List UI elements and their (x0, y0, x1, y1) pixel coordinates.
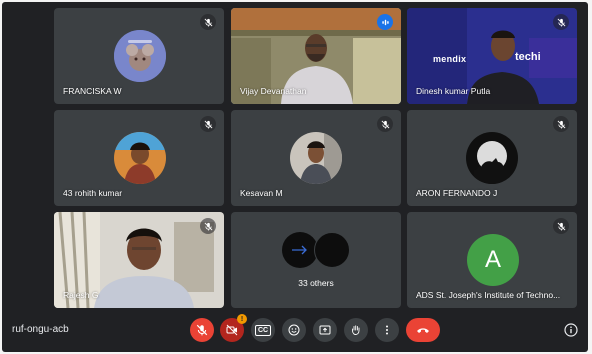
captions-button[interactable]: CC (251, 318, 275, 342)
meeting-details-button[interactable] (564, 323, 578, 337)
mic-off-icon (200, 14, 216, 30)
smile-icon (288, 324, 300, 336)
participant-name: 43 rohith kumar (63, 188, 123, 198)
camera-off-icon (226, 324, 238, 336)
avatar (314, 232, 350, 268)
raise-hand-button[interactable] (344, 318, 368, 342)
mic-off-icon (553, 218, 569, 234)
participant-name: Rajesh G (63, 290, 99, 300)
mic-off-icon (200, 218, 216, 234)
info-icon (564, 323, 578, 337)
leave-call-button[interactable] (406, 318, 440, 342)
avatar: A (467, 234, 519, 286)
more-vert-icon (386, 325, 388, 335)
backdrop-brand-text: mendix (433, 54, 467, 64)
backdrop-brand-text: techi (515, 51, 541, 63)
present-icon (319, 325, 331, 335)
more-options-button[interactable] (375, 318, 399, 342)
participant-tile[interactable]: Kesavan M (231, 110, 401, 206)
participant-name: Kesavan M (240, 188, 283, 198)
participant-name: ADS St. Joseph's Institute of Techno... (416, 290, 561, 300)
hand-icon (352, 325, 360, 335)
participant-tile[interactable]: ARON FERNANDO J (407, 110, 577, 206)
participant-tile[interactable]: Rajesh G (54, 212, 224, 308)
avatar (114, 30, 166, 82)
avatar-initial: A (484, 246, 501, 273)
camera-toggle-button[interactable]: ! (220, 314, 247, 342)
mic-off-icon (377, 116, 393, 132)
present-button[interactable] (313, 318, 337, 342)
others-count-label: 33 others (298, 278, 334, 288)
mic-off-icon (196, 324, 208, 336)
mic-toggle-button[interactable] (190, 318, 214, 342)
participant-tile[interactable]: mendix techi Dinesh kumar Putla (407, 8, 577, 104)
participant-tile[interactable]: 43 rohith kumar (54, 110, 224, 206)
avatar (290, 132, 342, 184)
participant-tile[interactable]: A ADS St. Joseph's Institute of Techno..… (407, 212, 577, 308)
mic-off-icon (553, 116, 569, 132)
mic-off-icon (200, 116, 216, 132)
participant-tile[interactable]: FRANCISKA W (54, 8, 224, 104)
avatar (466, 132, 518, 184)
reactions-button[interactable] (282, 318, 306, 342)
avatar (114, 132, 166, 184)
participant-name: FRANCISKA W (63, 86, 122, 96)
call-end-icon (417, 328, 429, 333)
warning-badge: ! (237, 314, 247, 324)
control-bar: ruf-ongu-acb ! CC (2, 310, 588, 352)
mic-off-icon (553, 14, 569, 30)
avatar (282, 232, 318, 268)
participant-tile-active-speaker[interactable]: Vijay Devanathan (231, 8, 401, 104)
meet-window: FRANCISKA W Vijay Devanathan mendix tech… (2, 2, 588, 352)
participant-name: ARON FERNANDO J (416, 188, 498, 198)
captions-icon: CC (254, 324, 272, 336)
meeting-code: ruf-ongu-acb (12, 324, 69, 335)
speaking-indicator-icon (377, 14, 393, 30)
others-tile[interactable]: 33 others (231, 212, 401, 308)
participant-name: Dinesh kumar Putla (416, 86, 491, 96)
participant-name: Vijay Devanathan (240, 86, 307, 96)
